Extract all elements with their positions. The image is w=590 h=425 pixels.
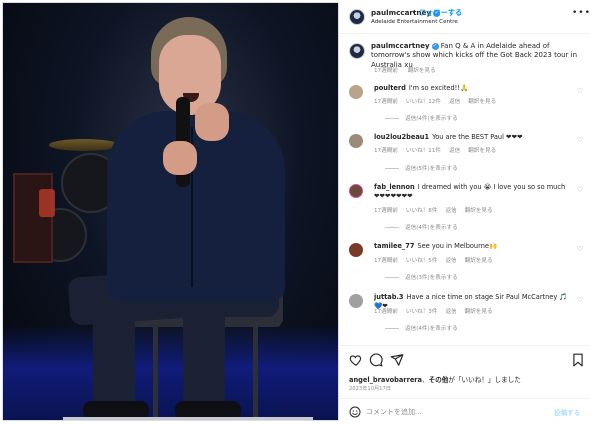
hoodie: [107, 111, 285, 301]
comment-meta: 17週間前 いいね！3件 返信 翻訳を見る: [374, 309, 493, 315]
amplifier: [13, 173, 53, 263]
comment-username[interactable]: tamilee_77: [374, 242, 414, 250]
comment-input[interactable]: [366, 405, 546, 419]
view-replies-button[interactable]: 返信(4件)を表示する: [385, 114, 458, 122]
comment-like-icon[interactable]: ♡: [577, 87, 583, 95]
view-replies-button[interactable]: 返信(3件)を表示する: [385, 273, 458, 281]
follow-button[interactable]: フォローする: [419, 8, 462, 18]
post-header: paulmccartney ✓ • フォローする Adelaide Enterta…: [340, 0, 590, 34]
comment-username[interactable]: poulterd: [374, 84, 406, 92]
heart-icon[interactable]: [349, 353, 363, 367]
comment-icon[interactable]: [369, 353, 383, 367]
comment-like-icon[interactable]: ♡: [577, 296, 583, 304]
shin-right: [183, 303, 225, 413]
stage-edge: [63, 417, 313, 420]
mic-hand: [163, 141, 197, 175]
post-panel: paulmccartney ✓ • フォローする Adelaide Enterta…: [340, 0, 590, 425]
comment-text: poulterd I'm so excited!!🙏: [374, 84, 469, 92]
post-photo[interactable]: [2, 2, 339, 421]
location-link[interactable]: Adelaide Entertainment Centre: [371, 19, 458, 25]
stage-light: [39, 189, 55, 217]
others-link[interactable]: その他: [429, 376, 449, 384]
avatar[interactable]: [349, 9, 365, 25]
shoe-left: [83, 401, 149, 417]
comment-text: tamilee_77 See you in Melbourne🙌: [374, 242, 498, 250]
comment-meta: 17週間前 いいね！8件 返信 翻訳を見る: [374, 208, 493, 214]
comment-avatar[interactable]: [349, 85, 363, 99]
send-icon[interactable]: [390, 353, 404, 367]
more-horizontal-icon[interactable]: •••: [572, 8, 590, 18]
comment-text: fab_lennon I dreamed with you 😭 I love yo…: [374, 183, 566, 200]
caption-meta: 17週間前 翻訳を見る: [374, 66, 444, 74]
post-date[interactable]: 2023年10月17日: [349, 385, 391, 392]
post-button[interactable]: 投稿する: [554, 407, 580, 417]
emoji-icon[interactable]: [349, 406, 361, 418]
translate-link[interactable]: 翻訳を見る: [408, 68, 436, 74]
comment-username[interactable]: juttab.3: [374, 293, 404, 301]
action-bar: [340, 345, 590, 367]
comment-like-icon[interactable]: ♡: [577, 136, 583, 144]
comment-like-icon[interactable]: ♡: [577, 186, 583, 194]
comment-meta: 17週間前 いいね！11件 返信 翻訳を見る: [374, 148, 497, 154]
stool-leg: [253, 325, 258, 417]
caption-time[interactable]: 17週間前: [374, 68, 398, 74]
comment-username[interactable]: lou2lou2beau1: [374, 133, 429, 141]
comment-composer: 投稿する: [340, 398, 590, 425]
liker-username[interactable]: angel_bravobarrera: [349, 376, 422, 384]
caption-avatar[interactable]: [349, 43, 365, 59]
stool-leg: [153, 325, 158, 417]
shoe-right: [175, 401, 241, 417]
verified-badge-icon: ✓: [431, 42, 439, 50]
comment-meta: 17週間前 いいね！12件 返信 翻訳を見る: [374, 99, 497, 105]
view-replies-button[interactable]: 返信(5件)を表示する: [385, 164, 458, 172]
cymbal: [49, 139, 119, 151]
comment-avatar[interactable]: [349, 294, 363, 308]
view-replies-button[interactable]: 返信(4件)を表示する: [385, 223, 458, 231]
separator-dot: •: [412, 8, 417, 17]
comment-like-icon[interactable]: ♡: [577, 245, 583, 253]
caption-username[interactable]: paulmccartney: [371, 42, 430, 50]
likes-summary: angel_bravobarrera、その他が「いいね！」しました: [349, 376, 521, 384]
comment-text: lou2lou2beau1 You are the BEST Paul ❤❤❤: [374, 133, 523, 141]
comment-avatar[interactable]: [349, 184, 363, 198]
bookmark-icon[interactable]: [571, 353, 585, 367]
comment-username[interactable]: fab_lennon: [374, 183, 415, 191]
thumbs-up-hand: [195, 103, 229, 141]
view-replies-button[interactable]: 返信(4件)を表示する: [385, 324, 458, 332]
comment-avatar[interactable]: [349, 134, 363, 148]
comment-meta: 17週間前 いいね！5件 返信 翻訳を見る: [374, 258, 493, 264]
stage-lighting: [3, 325, 338, 420]
comment-avatar[interactable]: [349, 243, 363, 257]
shin-left: [93, 303, 135, 413]
